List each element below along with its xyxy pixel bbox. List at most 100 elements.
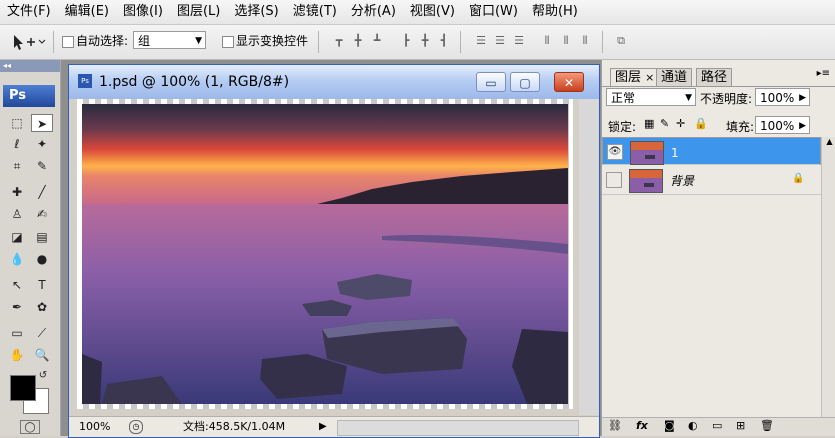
tab-paths[interactable]: 路径 <box>696 68 733 86</box>
toolbox-collapse[interactable]: ◂◂ <box>0 60 60 72</box>
panel-menu-icon[interactable]: ▸≡ <box>817 68 830 79</box>
move-tool-icon[interactable]: ➤ <box>31 114 53 132</box>
slider-arrow-icon[interactable]: ▶ <box>799 89 806 107</box>
zoom-level[interactable]: 100% <box>79 417 110 437</box>
gradient-tool-icon[interactable]: ▤ <box>31 228 53 246</box>
maximize-button[interactable]: ▢ <box>510 72 540 92</box>
show-transform-checkbox[interactable] <box>222 36 234 48</box>
hand-tool-icon[interactable]: ✋ <box>6 346 28 364</box>
document-titlebar[interactable]: Ps 1.psd @ 100% (1, RGB/8#) ▭ ▢ ✕ <box>69 65 599 99</box>
distribute-top-icon[interactable]: ☰ <box>472 34 490 48</box>
layer-row[interactable]: 👁 1 <box>602 137 821 165</box>
eyedropper-tool-icon[interactable]: ⟋ <box>31 324 53 342</box>
separator <box>602 31 603 53</box>
brush-tool-icon[interactable]: ╱ <box>31 183 53 201</box>
menu-view[interactable]: 视图(V) <box>403 0 462 24</box>
menu-select[interactable]: 选择(S) <box>227 0 285 24</box>
panel-scrollbar[interactable]: ▲ <box>821 137 835 417</box>
auto-select-checkbox[interactable] <box>62 36 74 48</box>
align-right-icon[interactable]: ┫ <box>435 34 453 48</box>
layer-name[interactable]: 背景 <box>670 172 694 189</box>
marquee-tool-icon[interactable]: ⬚ <box>6 114 28 132</box>
fill-input[interactable]: 100% ▶ <box>755 116 810 134</box>
auto-select-dropdown[interactable]: 组 ▼ <box>133 31 206 49</box>
healing-brush-icon[interactable]: ✚ <box>6 183 28 201</box>
eye-icon[interactable]: 👁 <box>607 144 623 160</box>
dodge-tool-icon[interactable]: ● <box>31 250 53 268</box>
swap-colors-icon[interactable]: ↺ <box>36 370 50 382</box>
new-layer-icon[interactable]: ⊞ <box>736 419 745 432</box>
status-info-icon[interactable]: ◷ <box>129 420 143 434</box>
canvas-frame <box>77 99 573 409</box>
align-hcenter-icon[interactable]: ╋ <box>416 34 434 48</box>
type-tool-icon[interactable]: T <box>31 276 53 294</box>
layer-name[interactable]: 1 <box>671 144 679 162</box>
document-title: 1.psd @ 100% (1, RGB/8#) <box>99 74 290 90</box>
fill-label: 填充: <box>726 120 755 134</box>
options-bar: 自动选择: 组 ▼ 显示变换控件 ┳ ╋ ┻ ┣ ╋ ┫ ☰ ☰ ☰ ⦀ ⦀ ⦀… <box>0 25 835 60</box>
panel-footer: ⛓ fx ◙ ◐ ▭ ⊞ 🗑 <box>602 417 835 436</box>
horizontal-scrollbar[interactable] <box>337 420 579 436</box>
lock-image-icon[interactable]: ✎ <box>660 117 669 130</box>
blur-tool-icon[interactable]: 💧 <box>6 250 28 268</box>
adjustment-layer-icon[interactable]: ◐ <box>688 419 698 432</box>
pen-tool-icon[interactable]: ✒ <box>6 298 28 316</box>
distribute-vcenter-icon[interactable]: ☰ <box>491 34 509 48</box>
lock-transparent-icon[interactable]: ▦ <box>644 117 654 130</box>
distribute-left-icon[interactable]: ⦀ <box>538 34 556 48</box>
lasso-tool-icon[interactable]: ℓ <box>6 135 28 153</box>
history-brush-icon[interactable]: ✍ <box>31 205 53 223</box>
tab-channels[interactable]: 通道 <box>656 68 693 86</box>
layer-style-icon[interactable]: fx <box>636 419 648 432</box>
slider-arrow-icon[interactable]: ▶ <box>799 117 806 135</box>
blend-mode-dropdown[interactable]: 正常 ▼ <box>606 88 696 106</box>
document-info: 文档:458.5K/1.04M <box>183 420 286 433</box>
vertical-scrollbar[interactable] <box>579 99 599 415</box>
layer-mask-icon[interactable]: ◙ <box>664 419 675 432</box>
move-tool-icon[interactable] <box>10 32 46 52</box>
auto-align-icon[interactable]: ⧉ <box>612 34 630 48</box>
opacity-input[interactable]: 100% ▶ <box>755 88 810 106</box>
menu-file[interactable]: 文件(F) <box>0 0 58 24</box>
trash-icon[interactable]: 🗑 <box>760 419 774 432</box>
link-layers-icon[interactable]: ⛓ <box>608 419 622 432</box>
menu-edit[interactable]: 编辑(E) <box>58 0 116 24</box>
lock-all-icon[interactable]: 🔒 <box>694 117 708 130</box>
align-bottom-icon[interactable]: ┻ <box>368 34 386 48</box>
align-left-icon[interactable]: ┣ <box>397 34 415 48</box>
distribute-right-icon[interactable]: ⦀ <box>576 34 594 48</box>
close-button[interactable]: ✕ <box>554 72 584 92</box>
distribute-hcenter-icon[interactable]: ⦀ <box>557 34 575 48</box>
menu-filter[interactable]: 滤镜(T) <box>286 0 344 24</box>
zoom-tool-icon[interactable]: 🔍 <box>31 346 53 364</box>
new-group-icon[interactable]: ▭ <box>712 419 722 432</box>
clone-stamp-icon[interactable]: ♙ <box>6 205 28 223</box>
menu-image[interactable]: 图像(I) <box>116 0 170 24</box>
layer-row[interactable]: 背景 🔒 <box>602 166 821 195</box>
tab-close-icon[interactable]: × <box>645 71 654 84</box>
shape-tool-icon[interactable]: ✿ <box>31 298 53 316</box>
menu-layer[interactable]: 图层(L) <box>170 0 227 24</box>
crop-tool-icon[interactable]: ⌗ <box>6 157 28 175</box>
foreground-color-swatch[interactable] <box>10 375 36 401</box>
eraser-tool-icon[interactable]: ◪ <box>6 228 28 246</box>
sunset-photo[interactable] <box>82 104 568 404</box>
separator <box>53 31 54 53</box>
lock-position-icon[interactable]: ✛ <box>676 117 685 130</box>
notes-tool-icon[interactable]: ▭ <box>6 324 28 342</box>
menu-analysis[interactable]: 分析(A) <box>344 0 403 24</box>
scroll-up-icon[interactable]: ▲ <box>822 137 835 146</box>
slice-tool-icon[interactable]: ✎ <box>31 157 53 175</box>
minimize-button[interactable]: ▭ <box>476 72 506 92</box>
visibility-toggle[interactable] <box>606 172 622 188</box>
distribute-bottom-icon[interactable]: ☰ <box>510 34 528 48</box>
quick-mask-icon[interactable]: ◯ <box>20 420 40 434</box>
tab-layers[interactable]: 图层 × <box>610 68 660 86</box>
align-vcenter-icon[interactable]: ╋ <box>349 34 367 48</box>
magic-wand-icon[interactable]: ✦ <box>31 135 53 153</box>
status-menu-arrow-icon[interactable]: ▶ <box>319 417 327 437</box>
menu-window[interactable]: 窗口(W) <box>462 0 525 24</box>
path-selection-icon[interactable]: ↖ <box>6 276 28 294</box>
menu-help[interactable]: 帮助(H) <box>525 0 585 24</box>
align-top-icon[interactable]: ┳ <box>330 34 348 48</box>
